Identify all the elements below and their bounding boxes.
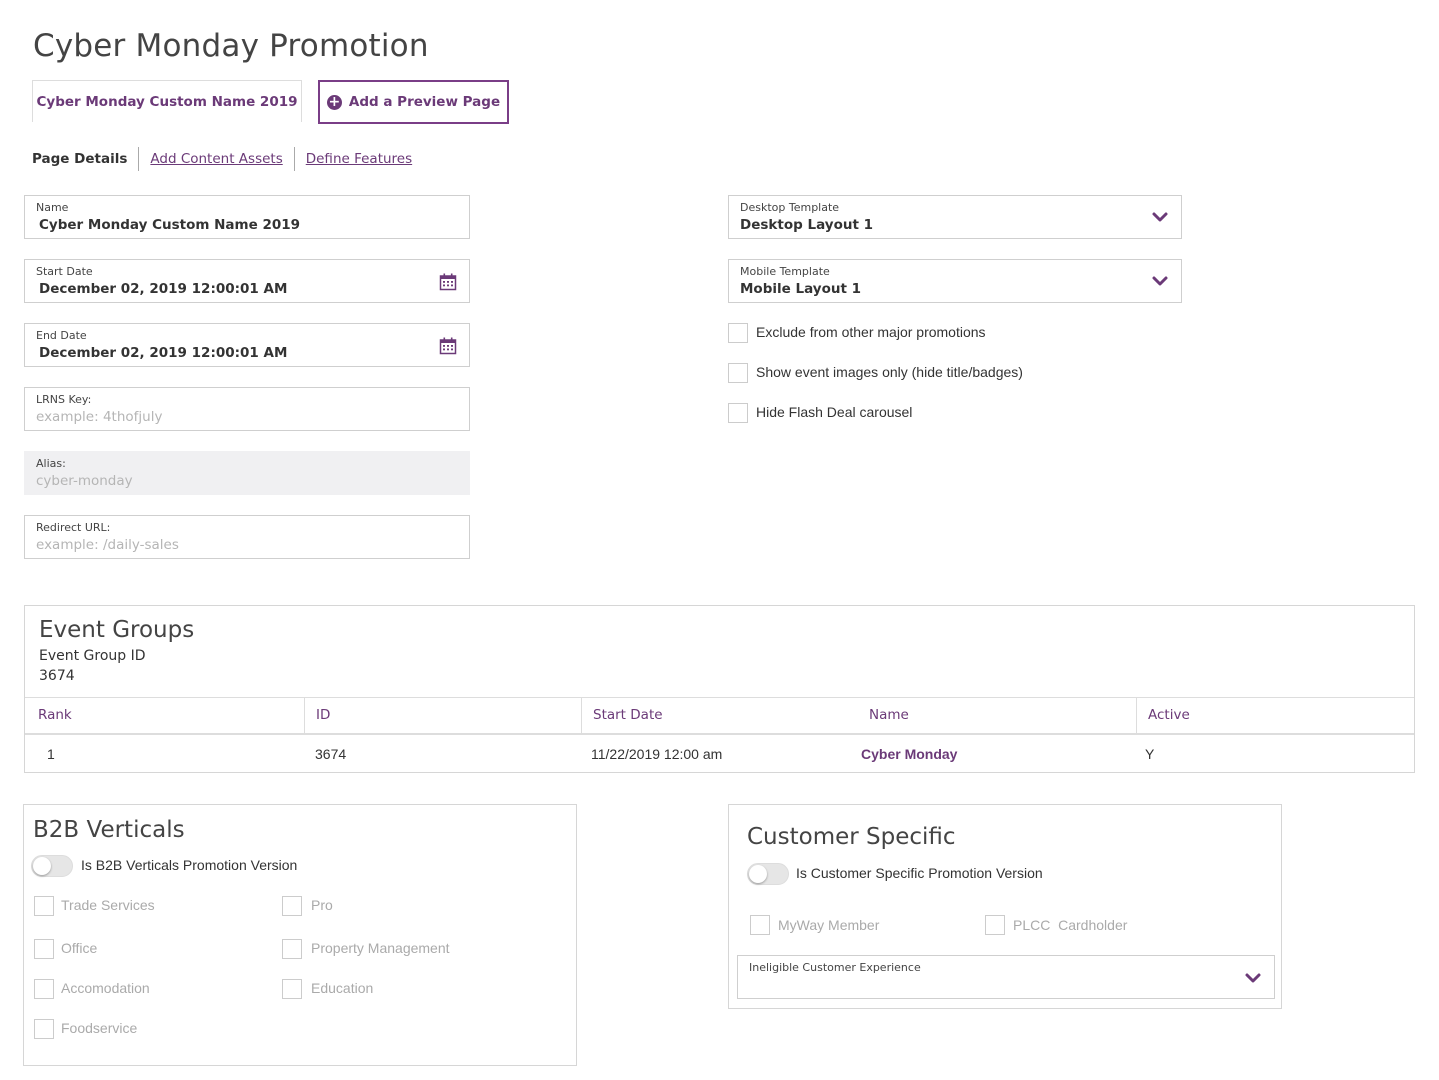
property-management-label: Property Management <box>311 940 450 956</box>
plcc-cardholder-checkbox[interactable] <box>985 915 1005 935</box>
ineligible-experience-select[interactable]: Ineligible Customer Experience <box>737 955 1275 999</box>
end-date-label: End Date <box>36 329 87 342</box>
divider <box>25 733 1414 735</box>
desktop-template-label: Desktop Template <box>740 201 840 214</box>
foodservice-label: Foodservice <box>61 1020 138 1036</box>
b2b-verticals-title: B2B Verticals <box>33 817 185 843</box>
exclude-promotions-checkbox[interactable] <box>728 323 748 343</box>
toggle-knob <box>33 857 51 875</box>
column-header-rank[interactable]: Rank <box>38 707 72 723</box>
cell-name-link[interactable]: Cyber Monday <box>861 746 957 762</box>
customer-specific-toggle[interactable] <box>747 863 789 885</box>
name-field[interactable]: Name Cyber Monday Custom Name 2019 <box>24 195 470 239</box>
chevron-down-icon <box>1245 973 1261 983</box>
name-label: Name <box>36 201 69 214</box>
event-groups-panel: Event Groups Event Group ID 3674 Rank ID… <box>24 605 1415 773</box>
office-checkbox[interactable] <box>34 939 54 959</box>
hide-flash-deal-checkbox[interactable] <box>728 403 748 423</box>
subnav-add-content-assets[interactable]: Add Content Assets <box>138 147 293 171</box>
mobile-template-select[interactable]: Mobile Template Mobile Layout 1 <box>728 259 1182 303</box>
tab-label: Cyber Monday Custom Name 2019 <box>36 93 298 110</box>
plcc-cardholder-label: PLCC Cardholder <box>1013 917 1128 933</box>
trade-services-label: Trade Services <box>61 897 155 913</box>
divider <box>25 697 1414 698</box>
column-header-active[interactable]: Active <box>1148 707 1190 723</box>
cell-active: Y <box>1145 746 1155 762</box>
end-date-value: December 02, 2019 12:00:01 AM <box>39 345 288 361</box>
lrns-key-label: LRNS Key: <box>36 393 92 406</box>
mobile-template-value: Mobile Layout 1 <box>740 281 862 297</box>
chevron-down-icon <box>1152 276 1168 286</box>
tab-page-cyber-monday[interactable]: Cyber Monday Custom Name 2019 <box>32 80 302 122</box>
column-header-name[interactable]: Name <box>869 707 909 723</box>
end-date-field[interactable]: End Date December 02, 2019 12:00:01 AM <box>24 323 470 367</box>
subnav-define-features[interactable]: Define Features <box>293 147 423 171</box>
pro-label: Pro <box>311 897 333 913</box>
chevron-down-icon <box>1152 212 1168 222</box>
lrns-key-placeholder: example: 4thofjuly <box>36 409 163 425</box>
column-divider <box>581 698 582 733</box>
property-management-checkbox[interactable] <box>282 939 302 959</box>
cell-start-date: 11/22/2019 12:00 am <box>591 746 723 762</box>
redirect-url-placeholder: example: /daily-sales <box>36 537 179 553</box>
alias-field: Alias: cyber-monday <box>24 451 470 495</box>
education-label: Education <box>311 980 374 996</box>
column-header-id[interactable]: ID <box>316 707 330 723</box>
event-group-id-label: Event Group ID <box>39 648 146 664</box>
start-date-field[interactable]: Start Date December 02, 2019 12:00:01 AM <box>24 259 470 303</box>
column-divider <box>304 698 305 733</box>
show-event-images-checkbox[interactable] <box>728 363 748 383</box>
education-checkbox[interactable] <box>282 979 302 999</box>
desktop-template-select[interactable]: Desktop Template Desktop Layout 1 <box>728 195 1182 239</box>
page-title: Cyber Monday Promotion <box>33 28 429 64</box>
lrns-key-field[interactable]: LRNS Key: example: 4thofjuly <box>24 387 470 431</box>
trade-services-checkbox[interactable] <box>34 896 54 916</box>
customer-specific-toggle-label: Is Customer Specific Promotion Version <box>796 865 1043 881</box>
desktop-template-value: Desktop Layout 1 <box>740 217 873 233</box>
exclude-promotions-label: Exclude from other major promotions <box>756 324 986 340</box>
cell-rank: 1 <box>47 746 55 762</box>
add-preview-label: Add a Preview Page <box>348 94 501 110</box>
ineligible-experience-label: Ineligible Customer Experience <box>749 961 921 974</box>
plus-circle-icon: + <box>326 93 342 110</box>
column-header-start-date[interactable]: Start Date <box>593 707 663 723</box>
customer-specific-panel: Customer Specific Is Customer Specific P… <box>728 804 1282 1009</box>
office-label: Office <box>61 940 98 956</box>
b2b-toggle-label: Is B2B Verticals Promotion Version <box>81 857 298 873</box>
foodservice-checkbox[interactable] <box>34 1019 54 1039</box>
cell-id: 3674 <box>315 746 347 762</box>
event-groups-title: Event Groups <box>39 617 195 643</box>
toggle-knob <box>749 865 767 883</box>
b2b-verticals-panel: B2B Verticals Is B2B Verticals Promotion… <box>23 804 577 1066</box>
show-event-images-label: Show event images only (hide title/badge… <box>756 364 1023 380</box>
start-date-value: December 02, 2019 12:00:01 AM <box>39 281 288 297</box>
start-date-label: Start Date <box>36 265 93 278</box>
hide-flash-deal-label: Hide Flash Deal carousel <box>756 404 913 420</box>
b2b-toggle[interactable] <box>31 855 73 877</box>
event-group-id-value: 3674 <box>39 668 75 684</box>
add-preview-page-button[interactable]: + Add a Preview Page <box>318 80 509 124</box>
customer-specific-title: Customer Specific <box>747 824 956 850</box>
alias-value: cyber-monday <box>36 473 133 489</box>
redirect-url-label: Redirect URL: <box>36 521 111 534</box>
alias-label: Alias: <box>36 457 66 470</box>
pro-checkbox[interactable] <box>282 896 302 916</box>
myway-member-checkbox[interactable] <box>750 915 770 935</box>
redirect-url-field[interactable]: Redirect URL: example: /daily-sales <box>24 515 470 559</box>
page-subnav: Page Details Add Content Assets Define F… <box>32 146 423 172</box>
name-value: Cyber Monday Custom Name 2019 <box>39 217 301 233</box>
calendar-icon[interactable] <box>439 337 457 355</box>
column-divider <box>1136 698 1137 733</box>
subnav-page-details[interactable]: Page Details <box>32 147 138 171</box>
mobile-template-label: Mobile Template <box>740 265 830 278</box>
myway-member-label: MyWay Member <box>778 917 880 933</box>
accomodation-checkbox[interactable] <box>34 979 54 999</box>
accomodation-label: Accomodation <box>61 980 150 996</box>
calendar-icon[interactable] <box>439 273 457 291</box>
